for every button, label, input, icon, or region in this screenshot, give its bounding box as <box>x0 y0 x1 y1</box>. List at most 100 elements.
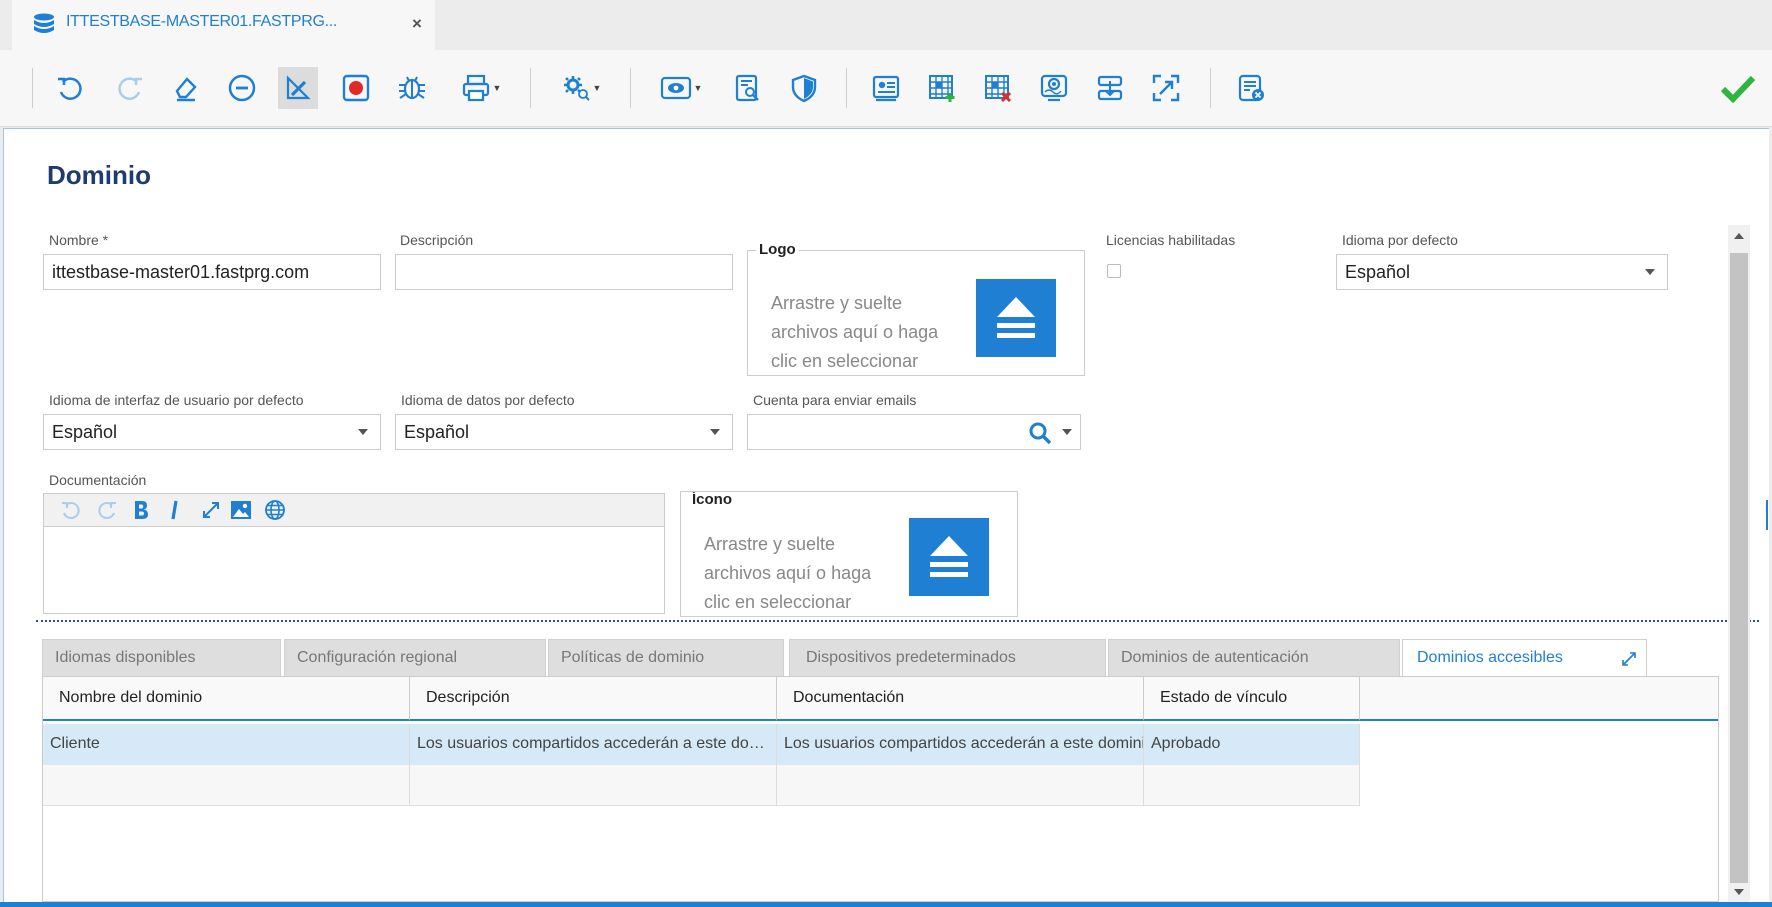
globe-icon[interactable] <box>264 499 286 521</box>
document-tab-bar: ITTESTBASE-MASTER01.FASTPRG... × <box>0 0 1772 50</box>
scroll-up-icon[interactable] <box>1734 233 1744 239</box>
icono-dropzone[interactable]: Ícono Arrastre y suelte archivos aquí o … <box>680 491 1018 617</box>
eraser-icon <box>175 77 197 102</box>
list-clear-button[interactable] <box>1232 67 1272 109</box>
toolbar: ▼ ▼ ▼ <box>0 50 1772 127</box>
shield-button[interactable] <box>784 67 824 109</box>
icono-text-line: Arrastre y suelte <box>704 534 836 554</box>
id-card-icon <box>872 75 900 102</box>
settings-search-button[interactable]: ▼ <box>552 67 610 109</box>
text-height-button[interactable] <box>1090 67 1130 109</box>
record-button[interactable] <box>336 67 376 109</box>
document-search-icon <box>735 74 759 102</box>
scrollbar-thumb[interactable] <box>1730 253 1748 883</box>
accept-button[interactable] <box>1718 67 1758 109</box>
chevron-down-icon: ▼ <box>693 83 703 93</box>
documentacion-label: Documentación <box>49 472 147 488</box>
idioma-interfaz-select[interactable]: Español <box>43 414 381 450</box>
logo-legend: Logo <box>756 241 799 258</box>
monitor-eye-button[interactable] <box>1034 67 1074 109</box>
italic-icon[interactable] <box>164 499 186 521</box>
image-icon[interactable] <box>230 499 252 521</box>
chevron-down-icon[interactable] <box>1062 429 1072 435</box>
search-icon[interactable] <box>1028 421 1052 449</box>
column-header[interactable]: Descripción <box>410 677 777 721</box>
document-search-button[interactable] <box>728 67 768 109</box>
table-row-empty[interactable] <box>43 765 1360 806</box>
idioma-defecto-label: Idioma por defecto <box>1342 232 1458 248</box>
licencias-checkbox[interactable] <box>1107 264 1121 278</box>
document-tab-title: ITTESTBASE-MASTER01.FASTPRG... <box>66 13 338 30</box>
table-cell: Aprobado <box>1144 724 1360 765</box>
logo-text-line: archivos aquí o haga <box>771 322 939 342</box>
idioma-datos-select[interactable]: Español <box>395 414 733 450</box>
nombre-field[interactable]: ittestbase-master01.fastprg.com <box>43 254 381 290</box>
tab-configuracion-regional[interactable]: Configuración regional <box>284 639 546 676</box>
edit-pencil-icon <box>286 75 311 100</box>
table-delete-button[interactable] <box>978 67 1018 109</box>
table-add-button[interactable] <box>922 67 962 109</box>
icono-text-line: archivos aquí o haga <box>704 563 872 583</box>
document-tab[interactable]: ITTESTBASE-MASTER01.FASTPRG... × <box>12 0 435 50</box>
editor-toolbar <box>44 494 664 527</box>
idioma-datos-value: Español <box>404 422 470 442</box>
column-header[interactable]: Estado de vínculo <box>1144 677 1360 721</box>
tab-dominios-de-autenticacion[interactable]: Dominios de autenticación <box>1108 639 1400 676</box>
table-cell <box>1144 765 1360 806</box>
tab-politicas-de-dominio[interactable]: Políticas de dominio <box>548 639 784 676</box>
column-header[interactable]: Nombre del dominio <box>43 677 410 721</box>
cuenta-emails-field[interactable] <box>747 414 1081 450</box>
table-add-icon <box>929 75 955 102</box>
expand-icon[interactable] <box>1620 650 1638 673</box>
tab-dispositivos-predeterminados[interactable]: Dispositivos predeterminados <box>789 639 1106 676</box>
table-cell: Los usuarios compartidos accederán a est… <box>410 724 777 765</box>
descripcion-field[interactable] <box>395 254 733 290</box>
tab-dominios-accesibles[interactable]: Dominios accesibles <box>1402 639 1647 676</box>
documentacion-editor[interactable] <box>43 493 665 614</box>
redo-button[interactable] <box>110 67 150 109</box>
column-header-filler <box>1360 677 1718 721</box>
upload-icon <box>997 297 1035 338</box>
upload-icon <box>930 536 968 577</box>
expand-icon[interactable] <box>200 499 222 521</box>
icono-upload-button[interactable] <box>909 518 989 596</box>
cuenta-emails-label: Cuenta para enviar emails <box>753 392 917 408</box>
table-cell: Cliente <box>43 724 410 765</box>
eraser-button[interactable] <box>166 67 206 109</box>
logo-dropzone-text: Arrastre y suelte archivos aquí o haga c… <box>771 289 961 376</box>
undo-icon[interactable] <box>60 499 82 521</box>
scroll-down-icon[interactable] <box>1734 889 1744 895</box>
logo-dropzone[interactable]: Logo Arrastre y suelte archivos aquí o h… <box>747 241 1085 376</box>
vertical-scrollbar[interactable] <box>1728 225 1750 902</box>
icono-dropzone-text: Arrastre y suelte archivos aquí o haga c… <box>704 530 894 616</box>
debug-button[interactable] <box>392 67 432 109</box>
edit-button[interactable] <box>278 67 318 109</box>
column-header[interactable]: Documentación <box>777 677 1144 721</box>
expand-button[interactable] <box>1146 67 1186 109</box>
id-card-button[interactable] <box>866 67 906 109</box>
redo-icon[interactable] <box>96 499 118 521</box>
undo-icon <box>58 77 82 100</box>
undo-button[interactable] <box>50 67 90 109</box>
splitter-handle[interactable] <box>1766 500 1768 530</box>
bold-icon[interactable] <box>130 499 152 521</box>
status-bar <box>0 902 1772 907</box>
tab-idiomas-disponibles[interactable]: Idiomas disponibles <box>42 639 281 676</box>
print-icon <box>462 74 489 102</box>
idioma-interfaz-value: Español <box>52 422 118 442</box>
print-button[interactable]: ▼ <box>452 67 510 109</box>
table-row[interactable]: Cliente Los usuarios compartidos acceder… <box>43 724 1360 765</box>
domains-grid: Nombre del dominio Descripción Documenta… <box>42 676 1719 902</box>
icono-text-line: clic en seleccionar <box>704 592 852 612</box>
splitter-line[interactable] <box>36 620 1759 622</box>
remove-button[interactable] <box>222 67 262 109</box>
close-tab-icon[interactable]: × <box>412 14 422 34</box>
logo-text-line: Arrastre y suelte <box>771 293 903 313</box>
text-height-icon <box>1097 75 1123 101</box>
idioma-interfaz-label: Idioma de interfaz de usuario por defect… <box>49 392 304 408</box>
logo-upload-button[interactable] <box>976 279 1056 357</box>
table-cell <box>43 765 410 806</box>
idioma-datos-label: Idioma de datos por defecto <box>401 392 575 408</box>
view-button[interactable]: ▼ <box>652 67 710 109</box>
idioma-defecto-select[interactable]: Español <box>1336 254 1668 290</box>
